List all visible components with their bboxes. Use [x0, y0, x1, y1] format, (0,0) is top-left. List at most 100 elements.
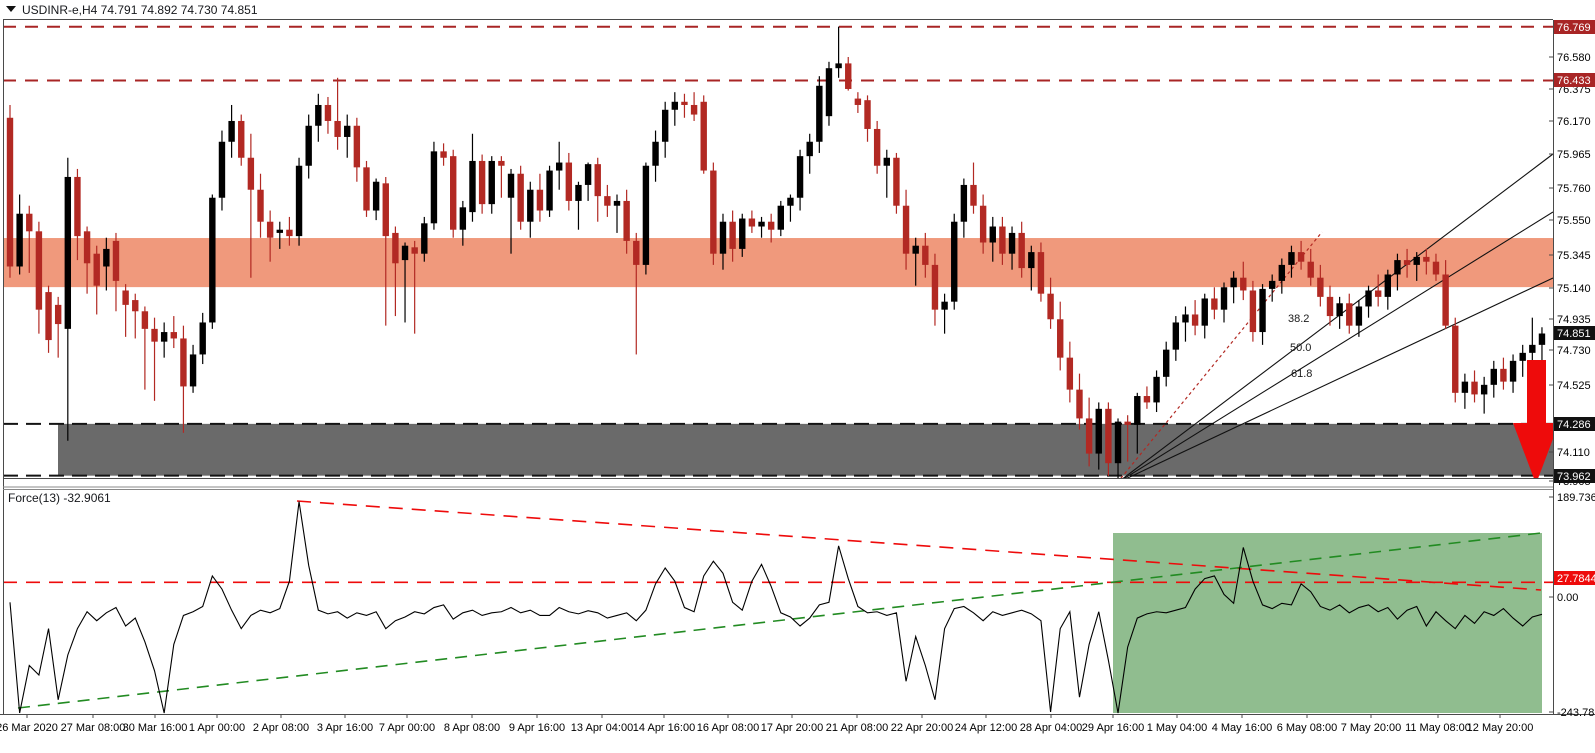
demand-zone[interactable] — [58, 423, 1553, 476]
candle — [1163, 341, 1170, 387]
candle — [594, 157, 601, 222]
candle — [372, 178, 380, 221]
price-level-label-76.769: 76.769 — [1554, 20, 1595, 34]
candle — [440, 143, 447, 166]
candle — [1471, 370, 1478, 403]
time-tick-label: 28 Apr 04:00 — [1020, 722, 1082, 734]
candle — [344, 114, 351, 158]
candle — [1384, 269, 1392, 310]
time-tick-label: 6 May 08:00 — [1277, 722, 1338, 734]
candle — [218, 130, 226, 211]
candle — [1529, 317, 1536, 366]
candle — [112, 232, 120, 312]
main-price-pane[interactable]: 38.2 50.0 61.8 — [3, 25, 1559, 484]
candle — [633, 232, 640, 355]
candle — [315, 93, 322, 142]
candle — [1346, 293, 1353, 334]
candle — [681, 93, 688, 118]
titlebar: USDINR-e,H4 74.791 74.892 74.730 74.851 — [6, 3, 258, 17]
time-tick-label: 12 May 20:00 — [1467, 722, 1534, 734]
time-scale[interactable]: 26 Mar 2020 27 Mar 08:0030 Mar 16:00 1 Apr… — [0, 715, 1533, 734]
time-tick-label: 30 Mar 16:00 — [123, 722, 188, 734]
candle — [141, 306, 149, 390]
candle — [430, 141, 438, 230]
candle — [1201, 293, 1208, 339]
indicator-label: Force(13) -32.9061 — [8, 491, 111, 505]
candle — [565, 152, 573, 211]
candle — [1538, 327, 1546, 361]
symbol-dropdown-icon — [6, 6, 16, 12]
candle — [584, 162, 592, 201]
candle — [1365, 285, 1372, 318]
candle — [199, 312, 206, 365]
price-tick-label: 74.525 — [1557, 380, 1591, 392]
candle — [35, 221, 43, 334]
time-tick-label: 11 May 08:00 — [1405, 722, 1471, 734]
candle — [170, 316, 177, 349]
candle — [238, 114, 245, 166]
candle — [1336, 296, 1343, 329]
candle — [1452, 317, 1459, 403]
force-indicator-pane[interactable] — [3, 500, 1553, 714]
price-level-label-74.851: 74.851 — [1554, 326, 1595, 340]
time-tick-label: 7 Apr 00:00 — [379, 722, 435, 734]
price-tick-label: 75.760 — [1557, 183, 1591, 195]
candle — [305, 114, 312, 179]
candle — [6, 104, 14, 278]
candle — [527, 181, 534, 238]
svg-text:76.433: 76.433 — [1557, 75, 1591, 87]
price-tick-label: 74.730 — [1557, 345, 1591, 357]
fib-fan-label-38.2: 38.2 — [1288, 313, 1309, 325]
time-tick-label: 9 Apr 16:00 — [509, 722, 565, 734]
candle — [478, 154, 486, 214]
candle — [555, 141, 563, 190]
price-level-label-73.962: 73.962 — [1554, 469, 1595, 483]
candle — [1143, 386, 1151, 409]
candle — [1153, 370, 1160, 413]
svg-text:74.286: 74.286 — [1557, 419, 1591, 431]
price-level-label-74.286: 74.286 — [1554, 417, 1595, 431]
candle — [1220, 282, 1228, 323]
candle — [228, 104, 235, 158]
candle — [1500, 357, 1507, 390]
candle — [661, 101, 669, 158]
candle — [469, 133, 476, 222]
candle — [700, 95, 707, 174]
candle — [604, 184, 611, 217]
price-tick-label: 75.965 — [1557, 149, 1591, 161]
candle — [787, 194, 794, 222]
candle — [1191, 300, 1199, 336]
price-scale[interactable]: 76.58076.37576.17075.96575.76075.55075.3… — [1549, 20, 1595, 719]
time-tick-label: 17 Apr 20:00 — [761, 722, 823, 734]
candle — [93, 245, 100, 315]
svg-text:27.7844: 27.7844 — [1557, 573, 1595, 585]
candle — [777, 200, 784, 237]
candle — [816, 76, 823, 153]
price-tick-label: -243.781 — [1557, 707, 1595, 719]
price-tick-label: 74.935 — [1557, 314, 1591, 326]
candle — [825, 61, 833, 126]
time-tick-label: 21 Apr 08:00 — [826, 722, 888, 734]
price-tick-label: 189.7366 — [1557, 492, 1595, 504]
candle — [864, 95, 871, 142]
price-tick-label: 75.140 — [1557, 283, 1591, 295]
candle — [941, 293, 948, 334]
chart-canvas[interactable]: 38.250.061.8 76.58076.37576.17075.96575.… — [0, 0, 1595, 753]
candle — [1076, 373, 1083, 430]
time-tick-label: 3 Apr 16:00 — [317, 722, 373, 734]
candle — [883, 149, 890, 198]
time-tick-label: 24 Apr 12:00 — [955, 722, 1017, 734]
svg-text:73.962: 73.962 — [1557, 471, 1591, 483]
price-tick-label: 0.00 — [1557, 592, 1578, 604]
candle — [295, 157, 303, 246]
price-tick-label: 74.110 — [1557, 447, 1590, 459]
candle — [363, 160, 370, 217]
bullish-divergence-zone[interactable] — [1113, 533, 1542, 713]
time-tick-label: 4 May 16:00 — [1212, 722, 1273, 734]
candle — [209, 194, 216, 329]
candle — [1211, 287, 1218, 320]
time-tick-label: 29 Apr 16:00 — [1082, 722, 1144, 734]
price-level-label-27.7844: 27.7844 — [1554, 571, 1595, 585]
candle — [151, 317, 158, 401]
candle — [575, 181, 582, 230]
